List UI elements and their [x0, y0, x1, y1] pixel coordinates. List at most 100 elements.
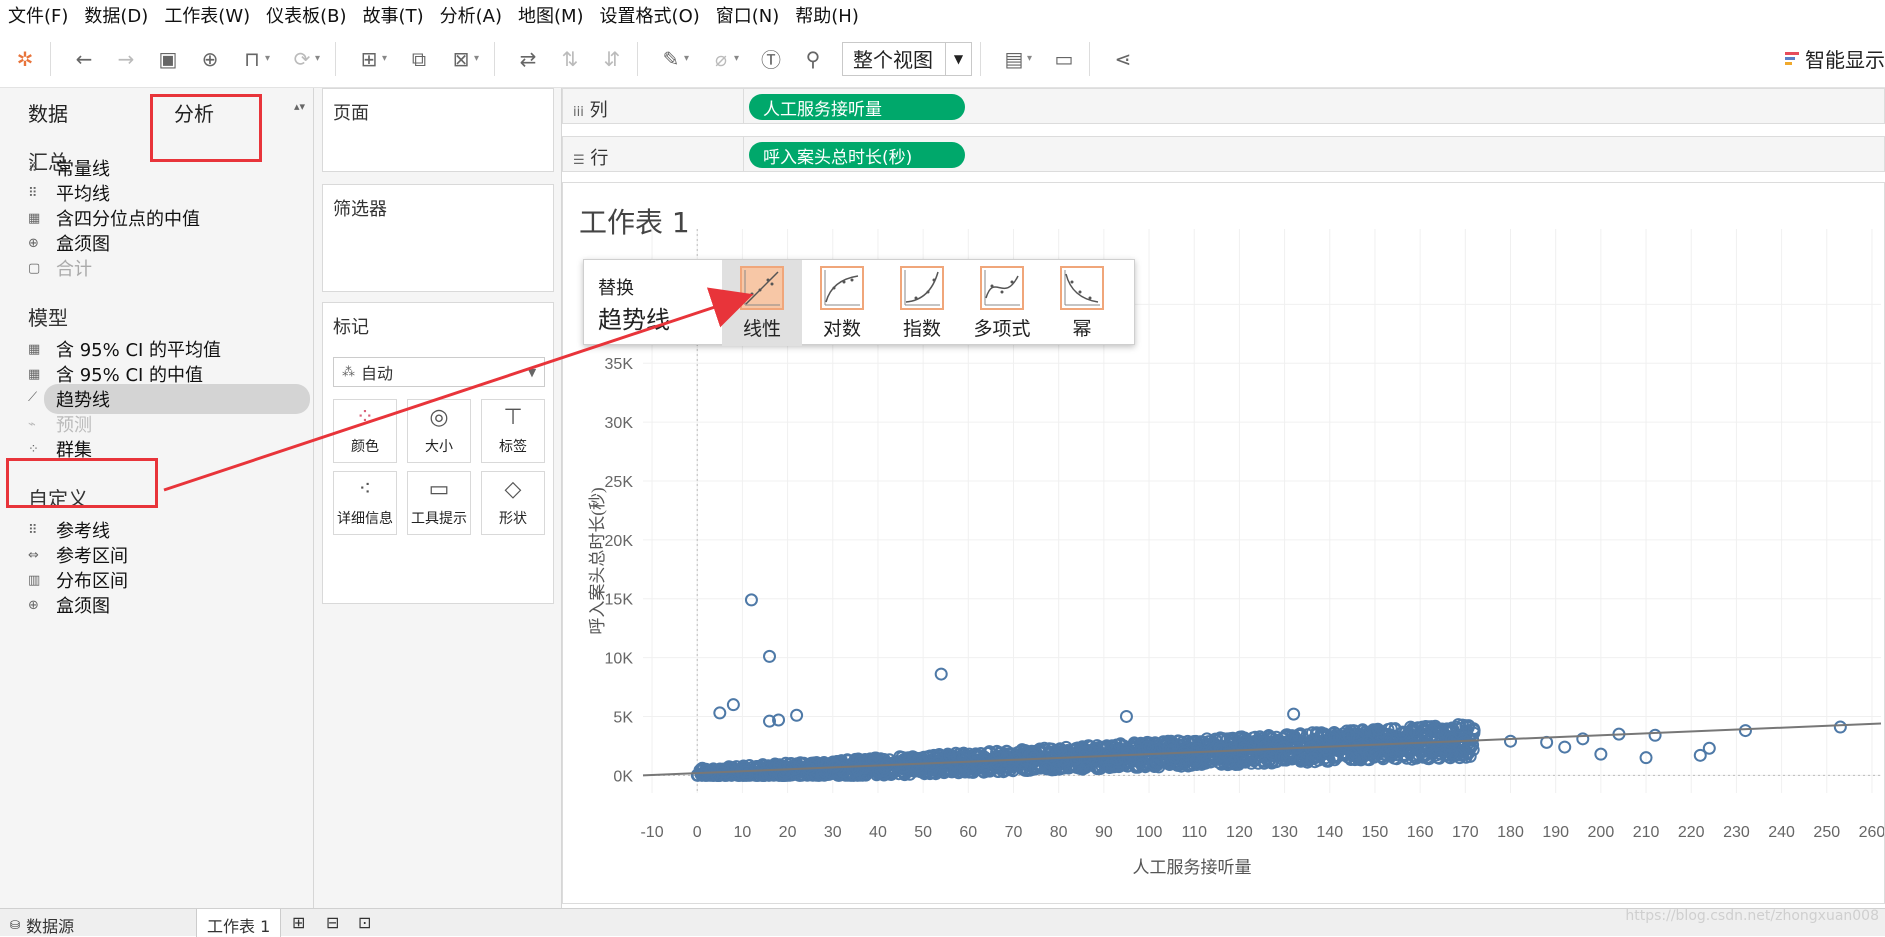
columns-pill[interactable]: 人工服务接听量 [749, 94, 965, 120]
tooltip-button[interactable]: ▭ 工具提示 [407, 471, 471, 535]
filters-card-title: 筛选器 [333, 199, 387, 220]
new-story-tab-icon[interactable]: ⊡ [358, 913, 371, 932]
menu-item[interactable]: 地图(M) [518, 2, 584, 28]
toolbar-separator [494, 41, 495, 76]
analytics-item-box-plot[interactable]: ⊕ 盒须图 [28, 230, 110, 256]
analytics-item-reference-band[interactable]: ⇔ 参考区间 [28, 542, 128, 568]
highlight-box-analysis-tab [150, 94, 262, 162]
label-button[interactable]: ⊤ 标签 [481, 399, 545, 463]
menu-item[interactable]: 仪表板(B) [266, 2, 346, 28]
tab-data[interactable]: 数据 [28, 98, 68, 127]
share-icon[interactable]: ⋖ [1106, 42, 1140, 76]
trend-option-exponential[interactable]: 指数 [882, 260, 962, 346]
analytics-item-label: 盒须图 [56, 234, 110, 255]
x-tick-label: 60 [959, 824, 977, 841]
fit-view-select[interactable]: 整个视图 ▼ [842, 41, 972, 76]
analytics-item-forecast[interactable]: ⌁ 预测 [28, 411, 92, 437]
size-icon: ◎ [429, 405, 449, 430]
save-icon[interactable]: ▣ [151, 42, 185, 76]
trend-option-log[interactable]: 对数 [802, 260, 882, 346]
sheet-tab[interactable]: 工作表 1 [196, 909, 282, 937]
collapse-panel-icon[interactable]: ▴▾ [294, 100, 305, 113]
refresh-icon[interactable]: ⟳ [285, 42, 319, 76]
undo-icon[interactable]: ← [67, 42, 101, 76]
analytics-item-trend-line[interactable]: 趋势线 [44, 384, 310, 414]
rows-shelf[interactable]: ☰ 行 呼入案头总时长(秒) [562, 136, 1885, 172]
new-worksheet-icon[interactable]: ⊞ [352, 42, 386, 76]
pause-updates-icon[interactable]: ⊓ [235, 42, 269, 76]
group-icon[interactable]: ⌀ [704, 42, 738, 76]
columns-shelf[interactable]: iii 列 人工服务接听量 [562, 88, 1885, 124]
analytics-item-label: 参考区间 [56, 546, 128, 567]
polynomial-trend-icon [980, 266, 1024, 310]
duplicate-sheet-icon[interactable]: ⧉ [402, 42, 436, 76]
menu-item[interactable]: 数据(D) [84, 2, 148, 28]
sort-ascending-icon[interactable]: ⇅ [553, 42, 587, 76]
menu-item[interactable]: 帮助(H) [795, 2, 859, 28]
datasource-tab-label: 数据源 [26, 917, 75, 936]
size-button[interactable]: ◎ 大小 [407, 399, 471, 463]
chevron-down-icon[interactable]: ▾ [315, 53, 327, 64]
analytics-item-label: 预测 [56, 415, 92, 436]
analytics-item-box-plot-custom[interactable]: ⊕ 盒须图 [28, 592, 110, 618]
highlight-icon[interactable]: ✎ [654, 42, 688, 76]
chevron-down-icon[interactable]: ▾ [734, 53, 746, 64]
detail-button[interactable]: ⁖ 详细信息 [333, 471, 397, 535]
analytics-item-totals[interactable]: ▢ 合计 [28, 255, 92, 281]
show-cards-icon[interactable]: ▤ [997, 42, 1031, 76]
redo-icon[interactable]: → [109, 42, 143, 76]
new-worksheet-tab-icon[interactable]: ⊞ [292, 913, 305, 932]
analytics-item-distribution-band[interactable]: ▥ 分布区间 [28, 567, 128, 593]
trend-option-linear[interactable]: 线性 [722, 260, 802, 346]
rows-label: 行 [590, 148, 609, 169]
menu-item[interactable]: 窗口(N) [716, 2, 780, 28]
rows-pill[interactable]: 呼入案头总时长(秒) [749, 142, 965, 168]
x-tick-label: 100 [1136, 824, 1163, 841]
trend-line-drop-popup: 替换 趋势线 线性 对数 指数 多项式 幂 [583, 259, 1135, 346]
new-dashboard-tab-icon[interactable]: ⊟ [326, 913, 339, 932]
x-tick-label: 230 [1723, 824, 1750, 841]
marks-card-title: 标记 [333, 317, 369, 338]
menu-item[interactable]: 设置格式(O) [600, 2, 700, 28]
show-me-button[interactable]: 智能显示 [1785, 44, 1885, 73]
tableau-logo-icon[interactable]: ✲ [8, 42, 42, 76]
analytics-item-constant-line[interactable]: ⠿ 常量线 [28, 155, 110, 181]
chevron-down-icon[interactable]: ▾ [265, 53, 277, 64]
fit-view-value: 整个视图 [853, 48, 933, 72]
filters-card[interactable]: 筛选器 [322, 184, 554, 292]
box-plot-icon: ⊕ [28, 597, 39, 613]
rows-icon: ☰ [573, 153, 585, 168]
menu-item[interactable]: 工作表(W) [164, 2, 250, 28]
chevron-down-icon[interactable]: ▾ [382, 53, 394, 64]
analytics-item-label: 含 95% CI 的平均值 [56, 340, 222, 361]
trend-option-polynomial[interactable]: 多项式 [962, 260, 1042, 346]
presentation-mode-icon[interactable]: ▭ [1047, 42, 1081, 76]
analytics-item-average-line[interactable]: ⠿ 平均线 [28, 180, 110, 206]
menu-item[interactable]: 分析(A) [440, 2, 502, 28]
sort-descending-icon[interactable]: ⇵ [595, 42, 629, 76]
datasource-tab[interactable]: ⛁ 数据源 [10, 913, 74, 937]
x-tick-label: 240 [1768, 824, 1795, 841]
new-datasource-icon[interactable]: ⊕ [193, 42, 227, 76]
clear-sheet-icon[interactable]: ⊠ [444, 42, 478, 76]
analytics-item-label: 趋势线 [56, 390, 110, 411]
show-labels-icon[interactable]: Ⓣ [754, 42, 788, 76]
analytics-item-mean-ci[interactable]: ▦ 含 95% CI 的平均值 [28, 336, 221, 362]
color-button[interactable]: ⁘ 颜色 [333, 399, 397, 463]
mark-type-select[interactable]: ⁂ 自动 ▼ [333, 357, 545, 387]
pin-axes-icon[interactable]: ⚲ [796, 42, 830, 76]
chevron-down-icon[interactable]: ▼ [945, 42, 971, 75]
pages-card[interactable]: 页面 [322, 88, 554, 172]
menu-item[interactable]: 故事(T) [363, 2, 424, 28]
swap-rows-columns-icon[interactable]: ⇄ [511, 42, 545, 76]
chevron-down-icon[interactable]: ▾ [474, 53, 486, 64]
shape-button[interactable]: ◇ 形状 [481, 471, 545, 535]
trend-option-label: 对数 [822, 318, 861, 340]
chevron-down-icon[interactable]: ▾ [1027, 53, 1039, 64]
analytics-item-median-quartiles[interactable]: ▦ 含四分位点的中值 [28, 205, 200, 231]
menu-item[interactable]: 文件(F) [8, 2, 68, 28]
trend-option-power[interactable]: 幂 [1042, 260, 1122, 346]
chevron-down-icon[interactable]: ▼ [520, 366, 544, 379]
analytics-item-reference-line[interactable]: ⠿ 参考线 [28, 517, 110, 543]
chevron-down-icon[interactable]: ▾ [684, 53, 696, 64]
